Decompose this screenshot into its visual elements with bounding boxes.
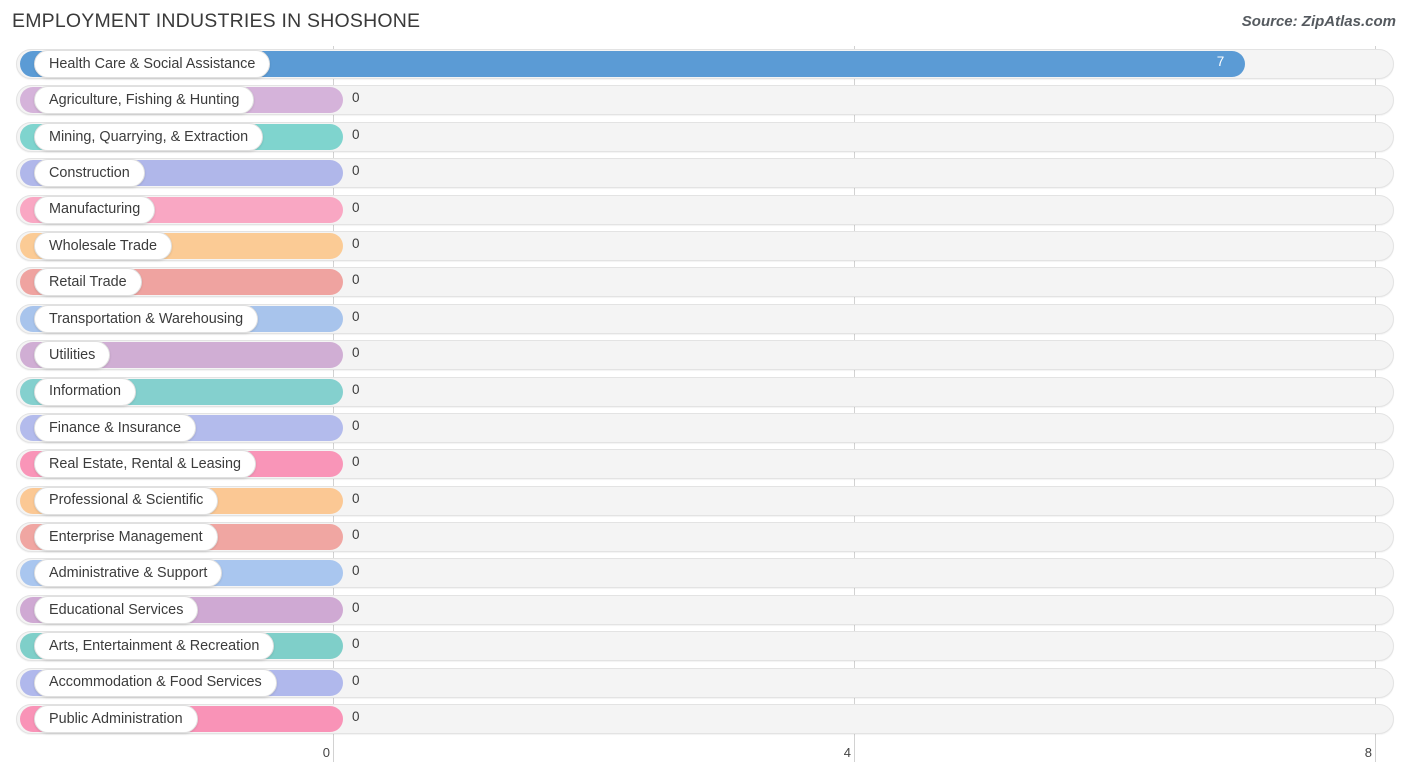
- category-label: Administrative & Support: [49, 565, 208, 582]
- bar-value-label: 0: [352, 163, 360, 179]
- bar-row: Transportation & Warehousing 0: [0, 301, 1406, 337]
- bar-row: Health Care & Social Assistance 7: [0, 46, 1406, 82]
- category-label-pill[interactable]: Construction: [34, 159, 145, 188]
- category-label-pill[interactable]: Finance & Insurance: [34, 413, 196, 442]
- category-label: Mining, Quarrying, & Extraction: [49, 128, 249, 145]
- category-label-pill[interactable]: Professional & Scientific: [34, 486, 219, 515]
- bar-value-label: 0: [352, 417, 360, 433]
- bar-value-label: 0: [352, 527, 360, 543]
- bar-row: Public Administration 0: [0, 701, 1406, 737]
- axis-tick-line: [1375, 740, 1376, 762]
- category-label: Agriculture, Fishing & Hunting: [49, 92, 240, 109]
- bar-value-label: 0: [352, 563, 360, 579]
- category-label: Utilities: [49, 346, 96, 363]
- category-label-pill[interactable]: Real Estate, Rental & Leasing: [34, 450, 256, 479]
- bar-value-label: 0: [352, 308, 360, 324]
- category-label-pill[interactable]: Transportation & Warehousing: [34, 304, 259, 333]
- bar-value-label: 0: [352, 599, 360, 615]
- bar-row: Finance & Insurance 0: [0, 410, 1406, 446]
- category-label-pill[interactable]: Manufacturing: [34, 195, 156, 224]
- category-label-pill[interactable]: Information: [34, 377, 136, 406]
- bar-value-label: 0: [352, 272, 360, 288]
- category-label: Educational Services: [49, 601, 184, 618]
- x-tick-label: 4: [843, 745, 851, 760]
- bar-row: Information 0: [0, 374, 1406, 410]
- category-label: Information: [49, 383, 121, 400]
- page-title: EMPLOYMENT INDUSTRIES IN SHOSHONE: [12, 10, 421, 32]
- category-label-pill[interactable]: Administrative & Support: [34, 559, 223, 588]
- bar-value-label: 0: [352, 454, 360, 470]
- bar-value-label: 0: [352, 345, 360, 361]
- chart-plot-area: Health Care & Social Assistance 7 Agricult…: [0, 46, 1406, 740]
- x-tick-label: 8: [1364, 745, 1372, 760]
- bar-value-label: 0: [352, 199, 360, 215]
- bar-row: Administrative & Support 0: [0, 555, 1406, 591]
- bar-row: Enterprise Management 0: [0, 519, 1406, 555]
- category-label-pill[interactable]: Enterprise Management: [34, 523, 218, 552]
- bar-value-label: 7: [1216, 54, 1225, 69]
- category-label-pill[interactable]: Public Administration: [34, 705, 198, 734]
- bar-value-label: 0: [352, 126, 360, 142]
- bar-value-label: 0: [352, 490, 360, 506]
- source-attribution: Source: ZipAtlas.com: [1241, 13, 1396, 30]
- category-label-pill[interactable]: Agriculture, Fishing & Hunting: [34, 86, 255, 115]
- bar-value-label: 0: [352, 709, 360, 725]
- category-label-pill[interactable]: Mining, Quarrying, & Extraction: [34, 122, 264, 151]
- category-label-pill[interactable]: Educational Services: [34, 595, 199, 624]
- bar-row: Retail Trade 0: [0, 264, 1406, 300]
- category-label-pill[interactable]: Retail Trade: [34, 268, 142, 297]
- category-label-pill[interactable]: Wholesale Trade: [34, 231, 172, 260]
- bar-row: Professional & Scientific 0: [0, 483, 1406, 519]
- bar-row: Arts, Entertainment & Recreation 0: [0, 628, 1406, 664]
- category-label: Transportation & Warehousing: [49, 310, 244, 327]
- chart-header: EMPLOYMENT INDUSTRIES IN SHOSHONE Source…: [0, 0, 1406, 46]
- bar-value-label: 0: [352, 636, 360, 652]
- category-label-pill[interactable]: Utilities: [34, 341, 111, 370]
- x-tick-label: 0: [322, 745, 330, 760]
- category-label: Arts, Entertainment & Recreation: [49, 638, 260, 655]
- category-label: Professional & Scientific: [49, 492, 204, 509]
- bar-value-label: 0: [352, 235, 360, 251]
- bar-value-label: 0: [352, 381, 360, 397]
- category-label: Retail Trade: [49, 274, 127, 291]
- category-label-pill[interactable]: Arts, Entertainment & Recreation: [34, 632, 275, 661]
- bar-row: Real Estate, Rental & Leasing 0: [0, 446, 1406, 482]
- category-label: Wholesale Trade: [49, 237, 157, 254]
- bar-row: Utilities 0: [0, 337, 1406, 373]
- x-axis: 0 4 8: [0, 740, 1406, 776]
- category-label: Real Estate, Rental & Leasing: [49, 456, 241, 473]
- category-label: Health Care & Social Assistance: [49, 55, 256, 72]
- bar-row: Mining, Quarrying, & Extraction 0: [0, 119, 1406, 155]
- bar-row: Accommodation & Food Services 0: [0, 665, 1406, 701]
- bar-value-label: 0: [352, 90, 360, 106]
- category-label: Public Administration: [49, 710, 183, 727]
- bar-row: Manufacturing 0: [0, 192, 1406, 228]
- category-label: Finance & Insurance: [49, 419, 181, 436]
- category-label: Enterprise Management: [49, 528, 203, 545]
- axis-tick-line: [854, 740, 855, 762]
- category-label: Manufacturing: [49, 201, 141, 218]
- category-label-pill[interactable]: Health Care & Social Assistance: [34, 50, 271, 78]
- bar-rows: Health Care & Social Assistance 7 Agricult…: [0, 46, 1406, 737]
- bar-row: Educational Services 0: [0, 592, 1406, 628]
- category-label: Construction: [49, 164, 130, 181]
- category-label: Accommodation & Food Services: [49, 674, 262, 691]
- category-label-pill[interactable]: Accommodation & Food Services: [34, 668, 277, 697]
- bar-row: Wholesale Trade 0: [0, 228, 1406, 264]
- bar-row: Agriculture, Fishing & Hunting 0: [0, 82, 1406, 118]
- axis-tick-line: [333, 740, 334, 762]
- bar-row: Construction 0: [0, 155, 1406, 191]
- bar-value-label: 0: [352, 672, 360, 688]
